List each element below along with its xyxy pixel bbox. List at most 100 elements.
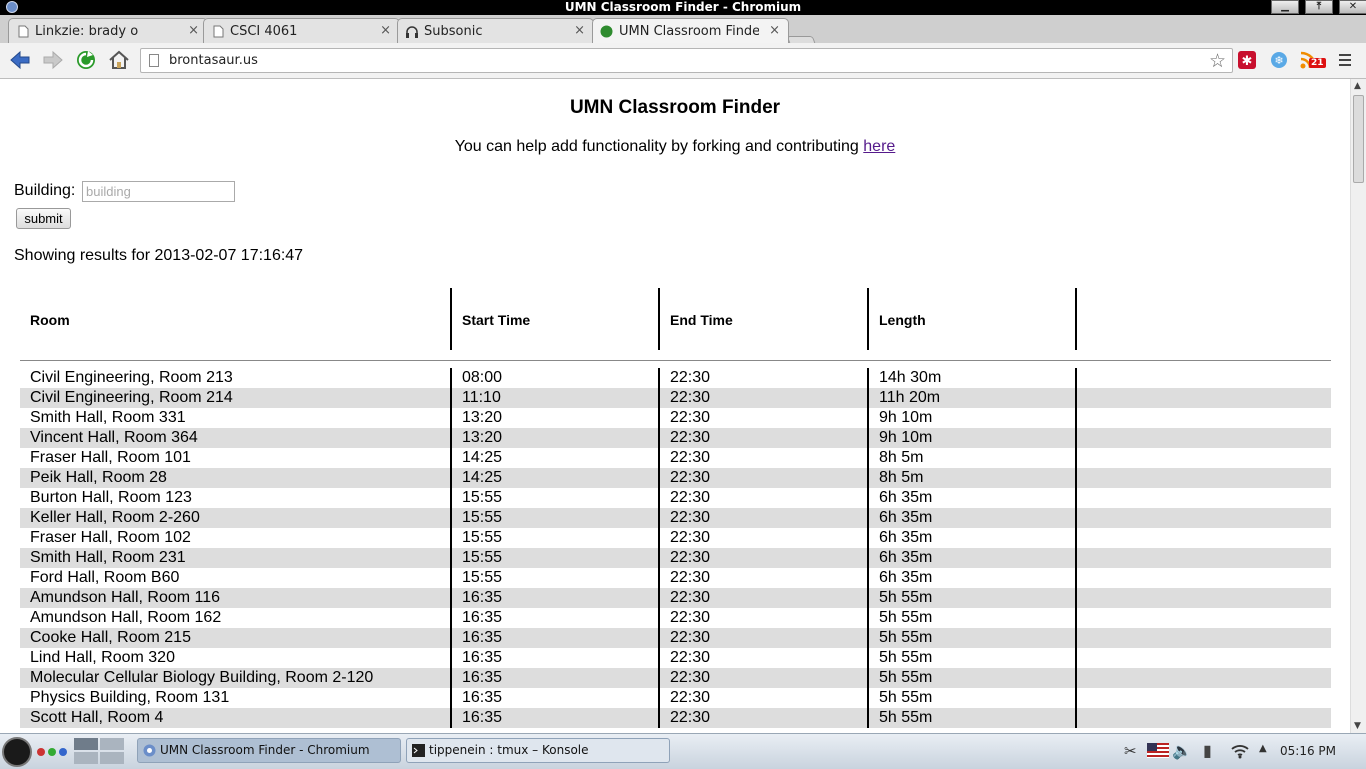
table-row: Cooke Hall, Room 215 16:35 22:30 5h 55m — [20, 628, 1331, 648]
taskbar-item-chromium[interactable]: UMN Classroom Finder - Chromium — [137, 738, 401, 763]
battery-icon[interactable]: ▮ — [1203, 741, 1212, 760]
cell-end-time: 22:30 — [660, 608, 869, 628]
cell-room: Ford Hall, Room B60 — [20, 568, 452, 588]
tab-close-icon[interactable]: × — [574, 23, 585, 38]
table-row: Fraser Hall, Room 101 14:25 22:30 8h 5m — [20, 448, 1331, 468]
cell-end-time: 22:30 — [660, 568, 869, 588]
building-input[interactable] — [82, 181, 235, 202]
table-row: Fraser Hall, Room 102 15:55 22:30 6h 35m — [20, 528, 1331, 548]
taskbar-item-label: UMN Classroom Finder - Chromium — [160, 743, 370, 757]
cell-room: Smith Hall, Room 331 — [20, 408, 452, 428]
column-header-room: Room — [20, 288, 452, 350]
table-row: Physics Building, Room 131 16:35 22:30 5h 5… — [20, 688, 1331, 708]
menu-icon[interactable] — [1337, 51, 1355, 69]
tray-expand-icon[interactable]: ▲ — [1259, 743, 1267, 754]
extension-icon[interactable]: ❄ — [1270, 51, 1288, 69]
cell-start-time: 15:55 — [452, 528, 660, 548]
cell-room: Civil Engineering, Room 213 — [20, 368, 452, 388]
column-header-length: Length — [869, 288, 1077, 350]
cell-length: 5h 55m — [869, 608, 1077, 628]
maximize-button[interactable]: ⤒ — [1305, 0, 1333, 14]
column-header-end-time: End Time — [660, 288, 869, 350]
reload-icon[interactable] — [75, 49, 97, 71]
desktop-pager[interactable] — [74, 738, 126, 766]
results-table-body: Civil Engineering, Room 213 08:00 22:30 14h… — [20, 368, 1331, 728]
tab-close-icon[interactable]: × — [188, 23, 199, 38]
cell-start-time: 16:35 — [452, 668, 660, 688]
cell-end-time: 22:30 — [660, 528, 869, 548]
close-window-button[interactable]: ✕ — [1339, 0, 1366, 14]
rss-feed-icon[interactable]: 21 — [1300, 51, 1326, 69]
table-row: Amundson Hall, Room 162 16:35 22:30 5h 55m — [20, 608, 1331, 628]
cell-length: 5h 55m — [869, 628, 1077, 648]
submit-button[interactable]: submit — [16, 208, 71, 229]
tab-subsonic[interactable]: Subsonic × — [397, 18, 594, 43]
tab-label: Subsonic — [424, 24, 483, 39]
tab-umn-classroom-finder[interactable]: UMN Classroom Finder × — [592, 18, 789, 43]
clipboard-scissors-icon[interactable]: ✂ — [1124, 742, 1137, 760]
cell-length: 9h 10m — [869, 428, 1077, 448]
url-text[interactable]: brontasaur.us — [169, 53, 258, 68]
cell-length: 14h 30m — [869, 368, 1077, 388]
cell-start-time: 16:35 — [452, 648, 660, 668]
cell-end-time: 22:30 — [660, 388, 869, 408]
cell-start-time: 08:00 — [452, 368, 660, 388]
tab-close-icon[interactable]: × — [380, 23, 391, 38]
table-row: Keller Hall, Room 2-260 15:55 22:30 6h 35m — [20, 508, 1331, 528]
cell-end-time: 22:30 — [660, 648, 869, 668]
tab-label: UMN Classroom Finder — [619, 24, 759, 39]
wifi-icon[interactable] — [1230, 743, 1250, 759]
cell-end-time: 22:30 — [660, 408, 869, 428]
tab-linkzie[interactable]: Linkzie: brady o × — [8, 18, 208, 43]
cell-end-time: 22:30 — [660, 428, 869, 448]
home-icon[interactable] — [108, 49, 130, 71]
page-icon — [149, 54, 159, 67]
scrollbar-thumb[interactable] — [1353, 95, 1364, 183]
bookmark-star-icon[interactable]: ☆ — [1209, 50, 1226, 72]
address-bar[interactable]: brontasaur.us ☆ — [140, 48, 1233, 73]
taskbar-item-label: tippenein : tmux – Konsole — [429, 743, 589, 757]
table-row: Civil Engineering, Room 214 11:10 22:30 11h… — [20, 388, 1331, 408]
results-timestamp: Showing results for 2013-02-07 17:16:47 — [14, 247, 304, 264]
keyboard-layout-flag-icon[interactable] — [1147, 743, 1169, 758]
tab-close-icon[interactable]: × — [769, 23, 780, 38]
lastpass-icon[interactable]: ✱ — [1238, 51, 1256, 69]
contribution-text: You can help add functionality by forkin… — [454, 138, 864, 155]
volume-icon[interactable]: 🔈 — [1172, 741, 1192, 760]
cell-start-time: 13:20 — [452, 428, 660, 448]
cell-end-time: 22:30 — [660, 628, 869, 648]
cell-length: 5h 55m — [869, 648, 1077, 668]
cell-room: Fraser Hall, Room 102 — [20, 528, 452, 548]
headphones-icon — [406, 26, 418, 38]
table-row: Amundson Hall, Room 116 16:35 22:30 5h 55m — [20, 588, 1331, 608]
taskbar-item-konsole[interactable]: tippenein : tmux – Konsole — [406, 738, 670, 763]
cell-start-time: 15:55 — [452, 488, 660, 508]
page-title: UMN Classroom Finder — [569, 97, 781, 118]
green-dot-icon — [600, 25, 613, 38]
scroll-up-icon[interactable]: ▲ — [1354, 81, 1361, 91]
taskbar-clock[interactable]: 05:16 PM — [1280, 744, 1336, 758]
vertical-scrollbar[interactable]: ▲ ▼ — [1350, 79, 1366, 733]
contribution-link[interactable]: here — [863, 138, 895, 155]
minimize-button[interactable]: ▁ — [1271, 0, 1299, 14]
table-row: Molecular Cellular Biology Building, Roo… — [20, 668, 1331, 688]
forward-arrow-icon[interactable] — [42, 49, 64, 71]
cell-length: 9h 10m — [869, 408, 1077, 428]
cell-room: Scott Hall, Room 4 — [20, 708, 452, 728]
system-taskbar: UMN Classroom Finder - Chromium tippenei… — [0, 733, 1366, 769]
cell-end-time: 22:30 — [660, 668, 869, 688]
cell-end-time: 22:30 — [660, 508, 869, 528]
cell-start-time: 16:35 — [452, 708, 660, 728]
cell-start-time: 14:25 — [452, 468, 660, 488]
cell-end-time: 22:30 — [660, 708, 869, 728]
scroll-down-icon[interactable]: ▼ — [1354, 721, 1361, 731]
cell-start-time: 15:55 — [452, 568, 660, 588]
cell-start-time: 16:35 — [452, 608, 660, 628]
column-header-start-time: Start Time — [452, 288, 660, 350]
back-arrow-icon[interactable] — [9, 49, 31, 71]
svg-text:✱: ✱ — [1242, 54, 1253, 69]
application-launcher-icon[interactable] — [2, 737, 32, 767]
activity-dots-icon[interactable] — [36, 746, 70, 758]
cell-length: 6h 35m — [869, 548, 1077, 568]
tab-csci-4061[interactable]: CSCI 4061 × — [203, 18, 400, 43]
